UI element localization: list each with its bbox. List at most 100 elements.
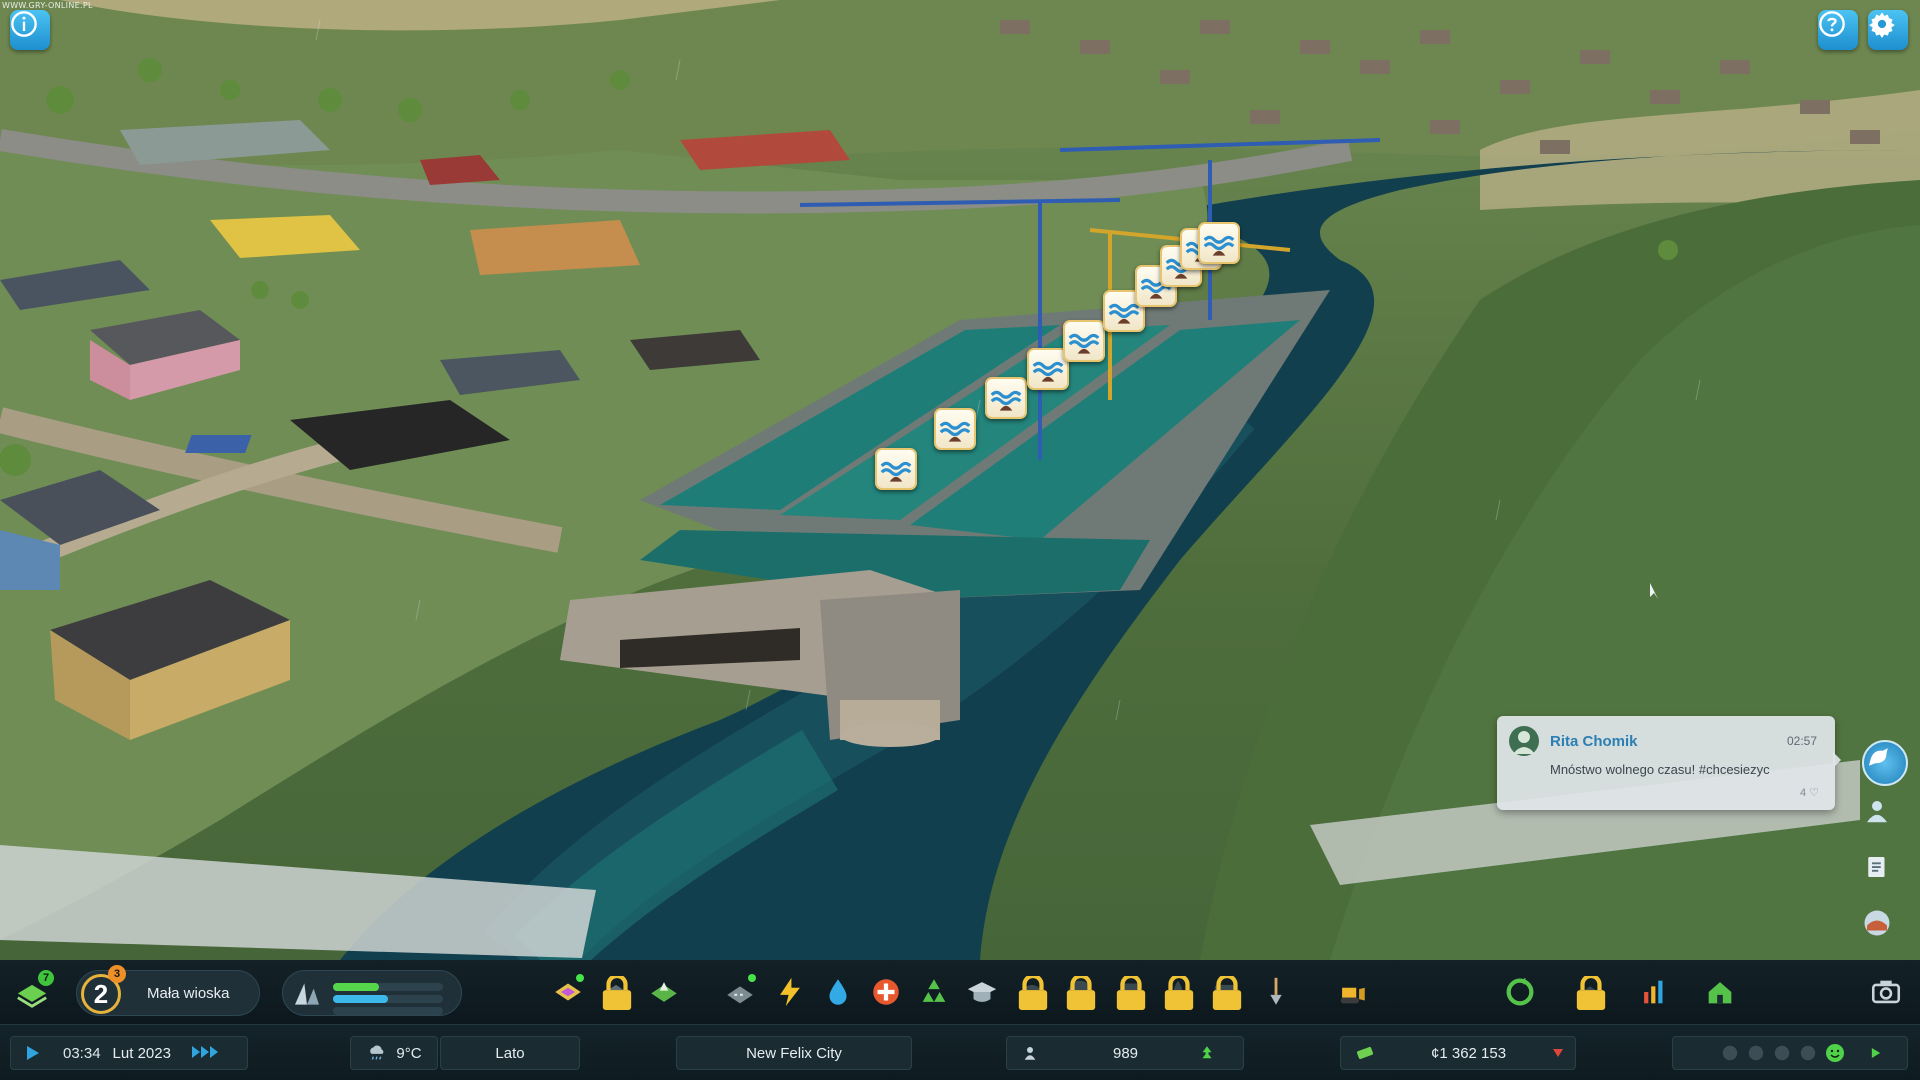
citizens-button[interactable]	[1862, 796, 1908, 842]
bulldozer-tool[interactable]	[1332, 972, 1372, 1012]
population: 989	[1113, 1044, 1139, 1062]
help-button[interactable]	[1818, 10, 1858, 50]
gear-icon	[1869, 12, 1895, 38]
weather-box[interactable]: 9°C	[350, 1036, 438, 1070]
screenshot-button[interactable]	[1866, 972, 1906, 1012]
settings-button[interactable]	[1868, 10, 1908, 50]
bulldozer-icon	[1340, 987, 1365, 1004]
water-pollution-marker[interactable]	[934, 408, 976, 450]
roads-tool[interactable]	[720, 972, 760, 1012]
season-box: Lato	[440, 1036, 580, 1070]
demand-icon	[295, 983, 319, 1005]
electricity-tool[interactable]	[770, 972, 810, 1012]
house-button[interactable]	[1700, 972, 1740, 1012]
garbage-tool[interactable]	[914, 972, 954, 1012]
happiness-box[interactable]	[1672, 1036, 1908, 1070]
sad-icon	[1748, 1045, 1764, 1061]
money-box[interactable]: ¢1 362 153	[1340, 1036, 1576, 1070]
temperature: 9°C	[396, 1044, 422, 1062]
parks-tool[interactable]	[1158, 972, 1198, 1012]
person-icon	[1024, 1047, 1036, 1060]
city-scene	[0, 0, 1920, 960]
new-indicator	[748, 974, 756, 982]
recycle-icon	[922, 979, 946, 1002]
chirper-button[interactable]	[1862, 740, 1908, 786]
chirp-likes[interactable]: 4 ♡	[1800, 786, 1819, 799]
avatar	[1509, 726, 1539, 756]
lock-icon	[1576, 976, 1606, 1010]
help-icon	[1819, 11, 1845, 37]
milestone-badge: 3	[108, 965, 126, 983]
water-pollution-icon	[880, 461, 912, 482]
signature-tool[interactable]	[1570, 972, 1610, 1012]
game-date: Lut 2023	[112, 1044, 171, 1062]
transport-tool[interactable]	[1110, 972, 1150, 1012]
police-tool[interactable]	[1012, 972, 1052, 1012]
zoning-tool[interactable]	[548, 972, 588, 1012]
advisor-icon	[1864, 910, 1890, 936]
info-button[interactable]	[10, 10, 50, 50]
money-down-arrow-icon	[1553, 1049, 1564, 1057]
play-button[interactable]	[23, 1044, 41, 1062]
journal-button[interactable]	[1862, 852, 1908, 898]
water-pollution-icon	[1032, 361, 1064, 382]
lock-icon	[1066, 976, 1096, 1010]
watermark: WWW.GRY-ONLINE.PL	[2, 1, 93, 10]
lock-icon	[602, 976, 632, 1010]
heart-icon: ♡	[1809, 787, 1819, 799]
statistics-icon	[1644, 980, 1663, 1004]
unlocks-badge: 7	[38, 970, 54, 986]
zone-demand-panel[interactable]	[282, 970, 462, 1016]
city-name-box[interactable]: New Felix City	[676, 1036, 912, 1070]
camera-icon	[1871, 980, 1901, 1004]
info-icon	[11, 11, 37, 37]
play-icon	[27, 1046, 39, 1060]
areas-tool[interactable]	[596, 972, 636, 1012]
chirp-message: Mnóstwo wolnego czasu! #chcesiezyc	[1550, 762, 1770, 777]
water-pollution-marker[interactable]	[1198, 222, 1240, 264]
water-tool[interactable]	[818, 972, 858, 1012]
landscaping-tool[interactable]	[644, 972, 684, 1012]
water-pollution-icon	[1203, 235, 1235, 256]
game-viewport[interactable]: WWW.GRY-ONLINE.PL Rita Chomik 02:57 Mnós…	[0, 0, 1920, 960]
shovel-tool[interactable]	[1256, 972, 1296, 1012]
chirp-author[interactable]: Rita Chomik	[1550, 733, 1638, 750]
healthcare-tool[interactable]	[866, 972, 906, 1012]
chirp-time: 02:57	[1786, 734, 1817, 748]
commercial-demand-bar	[333, 995, 388, 1003]
lock-icon	[1212, 976, 1242, 1010]
water-icon	[829, 979, 847, 1005]
cycle-tool[interactable]	[1500, 972, 1540, 1012]
statistics-button[interactable]	[1634, 972, 1674, 1012]
water-pollution-icon	[1068, 333, 1100, 354]
expand-arrow-icon[interactable]	[1871, 1046, 1881, 1060]
content-icon	[1800, 1045, 1816, 1061]
industrial-demand-track	[333, 1007, 443, 1015]
neutral-icon	[1774, 1045, 1790, 1061]
water-pollution-marker[interactable]	[985, 377, 1027, 419]
money-icon	[1356, 1046, 1374, 1060]
communications-tool[interactable]	[1206, 972, 1246, 1012]
person-icon	[1867, 801, 1887, 823]
milestone-button[interactable]: 2 3 Mała wioska	[76, 965, 260, 1016]
new-indicator	[576, 974, 584, 982]
happy-icon	[1826, 1044, 1844, 1062]
chirper-notification[interactable]: Rita Chomik 02:57 Mnóstwo wolnego czasu!…	[1497, 716, 1841, 810]
landscaping-icon	[651, 982, 677, 1002]
water-pollution-marker[interactable]	[1063, 320, 1105, 362]
water-pollution-marker[interactable]	[875, 448, 917, 490]
likes-count: 4	[1799, 787, 1807, 799]
recycle-icon	[1506, 977, 1534, 1006]
fast-forward-icon	[191, 1045, 218, 1058]
education-tool[interactable]	[962, 972, 1002, 1012]
speed-button[interactable]	[191, 1045, 221, 1062]
population-box[interactable]: 989	[1006, 1036, 1244, 1070]
water-pollution-icon	[939, 421, 971, 442]
lock-icon	[1116, 976, 1146, 1010]
advisor-button[interactable]	[1862, 908, 1908, 954]
shovel-icon	[1270, 977, 1282, 1005]
unlocks-button[interactable]: 7	[12, 970, 54, 1012]
season: Lato	[495, 1044, 525, 1062]
fire-tool[interactable]	[1060, 972, 1100, 1012]
electricity-icon	[780, 977, 800, 1007]
